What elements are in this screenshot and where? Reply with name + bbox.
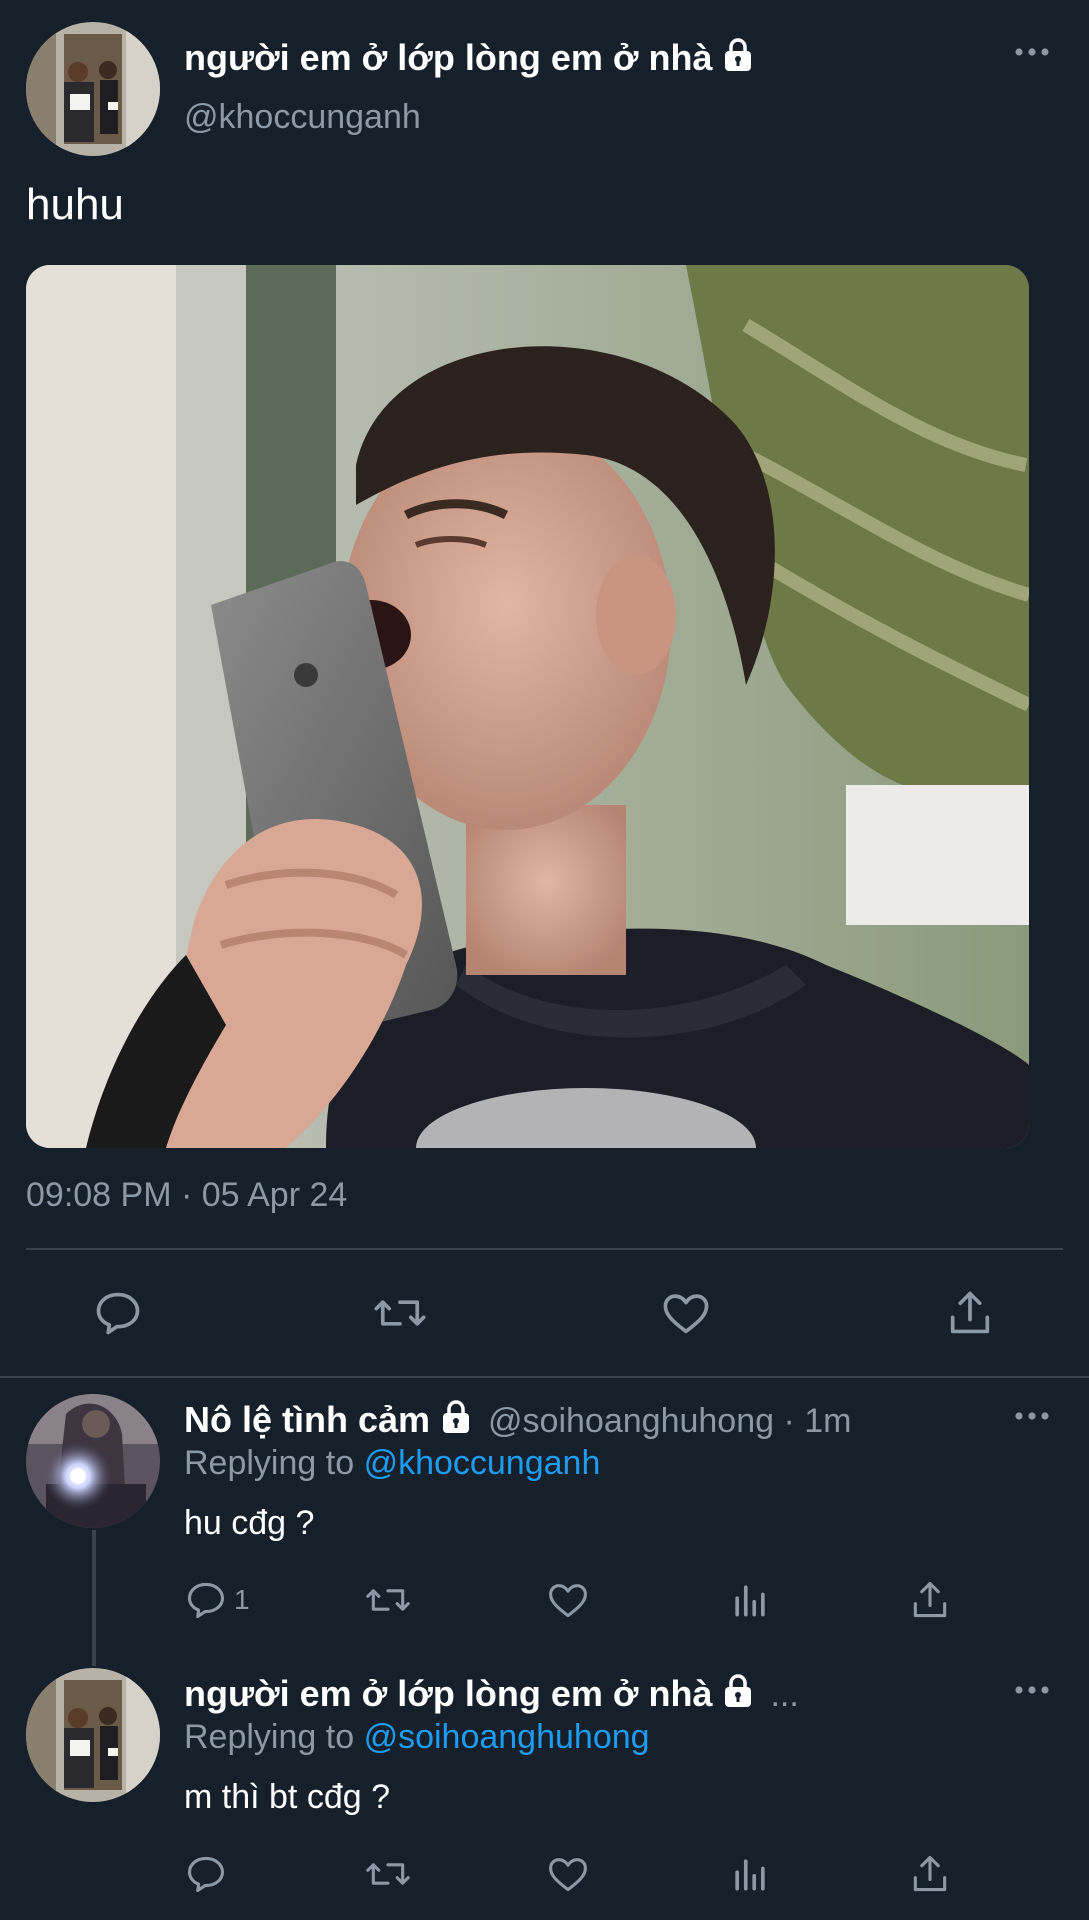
retweet-button[interactable] — [364, 1852, 412, 1896]
avatar[interactable] — [26, 1668, 160, 1802]
reply-icon — [187, 1582, 225, 1619]
section-divider — [0, 1376, 1089, 1378]
more-options-icon[interactable] — [1012, 1680, 1052, 1700]
handle[interactable]: @khoccunganh — [184, 98, 421, 137]
replying-to-label: Replying to — [184, 1718, 355, 1756]
replying-to-mention[interactable]: @khoccunganh — [364, 1444, 601, 1482]
analytics-icon — [735, 1585, 765, 1617]
analytics-icon — [735, 1859, 765, 1891]
tweet-text: huhu — [26, 180, 124, 229]
share-icon — [950, 1291, 990, 1334]
avatar[interactable] — [26, 1394, 160, 1528]
reply-icon — [187, 1856, 225, 1893]
share-button[interactable] — [944, 1287, 996, 1339]
retweet-button[interactable] — [372, 1287, 428, 1339]
more-options-icon[interactable] — [1012, 42, 1052, 62]
share-icon — [913, 1581, 947, 1618]
avatar[interactable] — [26, 22, 160, 156]
share-button[interactable] — [908, 1578, 952, 1622]
like-icon — [663, 1294, 709, 1334]
reply-button[interactable]: 1 — [184, 1578, 250, 1622]
reply-count: 1 — [234, 1584, 250, 1615]
retweet-button[interactable] — [364, 1578, 412, 1622]
truncated-handle: ... — [770, 1676, 799, 1714]
replying-to-label: Replying to — [184, 1444, 355, 1482]
tweet-timestamp: 09:08 PM · 05 Apr 24 — [26, 1176, 348, 1214]
share-button[interactable] — [908, 1852, 952, 1896]
display-name[interactable]: người em ở lớp lòng em ở nhà — [184, 37, 712, 78]
share-icon — [913, 1855, 947, 1892]
tweet-image[interactable] — [26, 265, 1029, 1148]
retweet-icon — [366, 1863, 410, 1885]
analytics-button[interactable] — [728, 1578, 772, 1622]
reply-icon — [96, 1292, 140, 1335]
like-button[interactable] — [546, 1852, 590, 1896]
like-icon — [549, 1584, 587, 1618]
analytics-button[interactable] — [728, 1852, 772, 1896]
like-button[interactable] — [546, 1578, 590, 1622]
reply-button[interactable] — [92, 1287, 144, 1339]
reply-text: m thì bt cđg ? — [184, 1778, 390, 1816]
lock-icon — [438, 1398, 474, 1434]
more-options-icon[interactable] — [1012, 1406, 1052, 1426]
display-name[interactable]: Nô lệ tình cảm — [184, 1399, 430, 1440]
thread-line — [92, 1530, 96, 1666]
reply-text: hu cđg ? — [184, 1504, 315, 1542]
retweet-icon — [374, 1300, 426, 1326]
like-button[interactable] — [660, 1287, 712, 1339]
handle-time[interactable]: @soihoanghuhong · 1m — [488, 1402, 851, 1440]
lock-icon — [720, 36, 756, 72]
reply-button[interactable] — [184, 1852, 228, 1896]
display-name[interactable]: người em ở lớp lòng em ở nhà — [184, 1673, 712, 1714]
replying-to-mention[interactable]: @soihoanghuhong — [364, 1718, 650, 1756]
lock-icon — [720, 1672, 756, 1708]
retweet-icon — [366, 1589, 410, 1611]
divider — [26, 1248, 1063, 1250]
like-icon — [549, 1858, 587, 1892]
